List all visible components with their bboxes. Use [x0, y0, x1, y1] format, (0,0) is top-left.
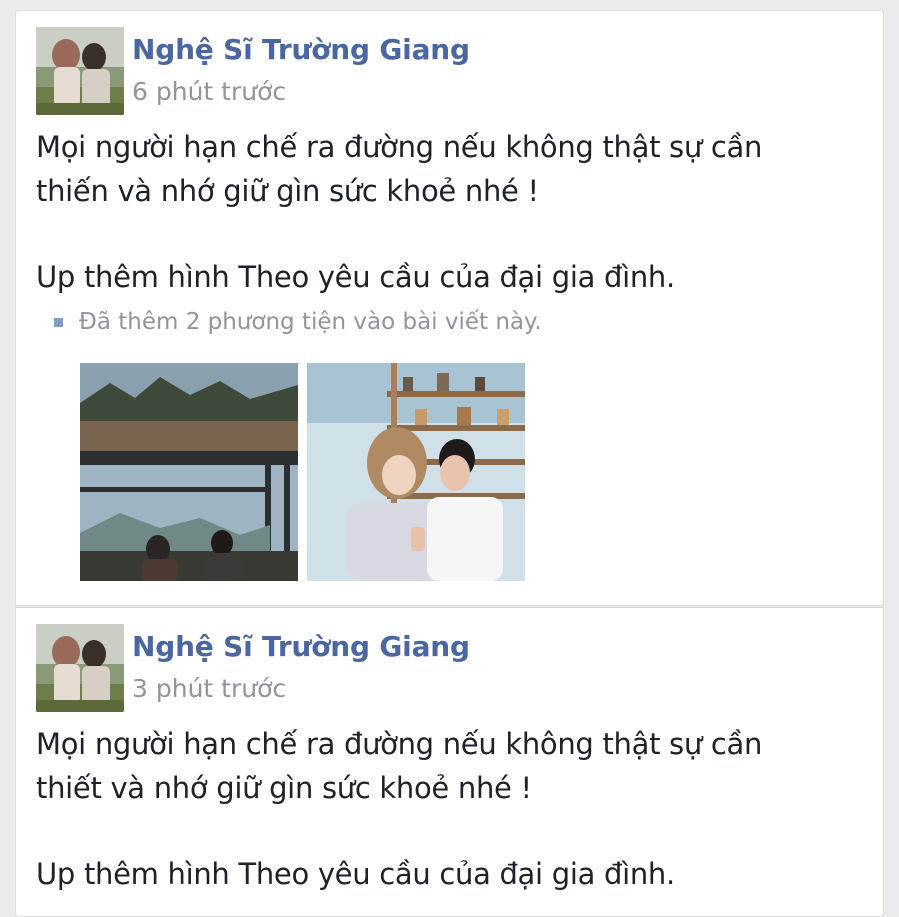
- square-bullet-icon: [54, 317, 63, 327]
- media-added-note: Đã thêm 2 phương tiện vào bài viết này.: [54, 309, 542, 335]
- author-avatar[interactable]: [36, 624, 124, 712]
- avatar-image: [36, 27, 124, 115]
- post-text-line: Up thêm hình Theo yêu cầu của đại gia đì…: [36, 857, 675, 891]
- post-text-line: thiết và nhớ giữ gìn sức khoẻ nhé !: [36, 771, 532, 805]
- avatar-image: [36, 624, 124, 712]
- author-name[interactable]: Nghệ Sĩ Trường Giang: [132, 33, 470, 66]
- post-text: Mọi người hạn chế ra đường nếu không thậ…: [36, 722, 876, 896]
- post-text: Mọi người hạn chế ra đường nếu không thậ…: [36, 125, 876, 299]
- photo-couple-window: [80, 363, 298, 581]
- post-photo[interactable]: [80, 363, 298, 581]
- news-feed: Nghệ Sĩ Trường Giang 6 phút trước Mọi ng…: [15, 10, 884, 917]
- photo-couple-shelf: [307, 363, 525, 581]
- post-card: Nghệ Sĩ Trường Giang 6 phút trước Mọi ng…: [15, 10, 884, 606]
- post-timestamp[interactable]: 6 phút trước: [132, 77, 286, 106]
- post-timestamp[interactable]: 3 phút trước: [132, 674, 286, 703]
- media-note-text: Đã thêm 2 phương tiện vào bài viết này.: [79, 309, 542, 335]
- post-photo[interactable]: [307, 363, 525, 581]
- post-text-line: Mọi người hạn chế ra đường nếu không thậ…: [36, 727, 763, 761]
- post-card: Nghệ Sĩ Trường Giang 3 phút trước Mọi ng…: [15, 607, 884, 917]
- post-text-line: Up thêm hình Theo yêu cầu của đại gia đì…: [36, 260, 675, 294]
- post-text-line: thiến và nhớ giữ gìn sức khoẻ nhé !: [36, 174, 539, 208]
- post-text-line: Mọi người hạn chế ra đường nếu không thậ…: [36, 130, 763, 164]
- author-avatar[interactable]: [36, 27, 124, 115]
- author-name[interactable]: Nghệ Sĩ Trường Giang: [132, 630, 470, 663]
